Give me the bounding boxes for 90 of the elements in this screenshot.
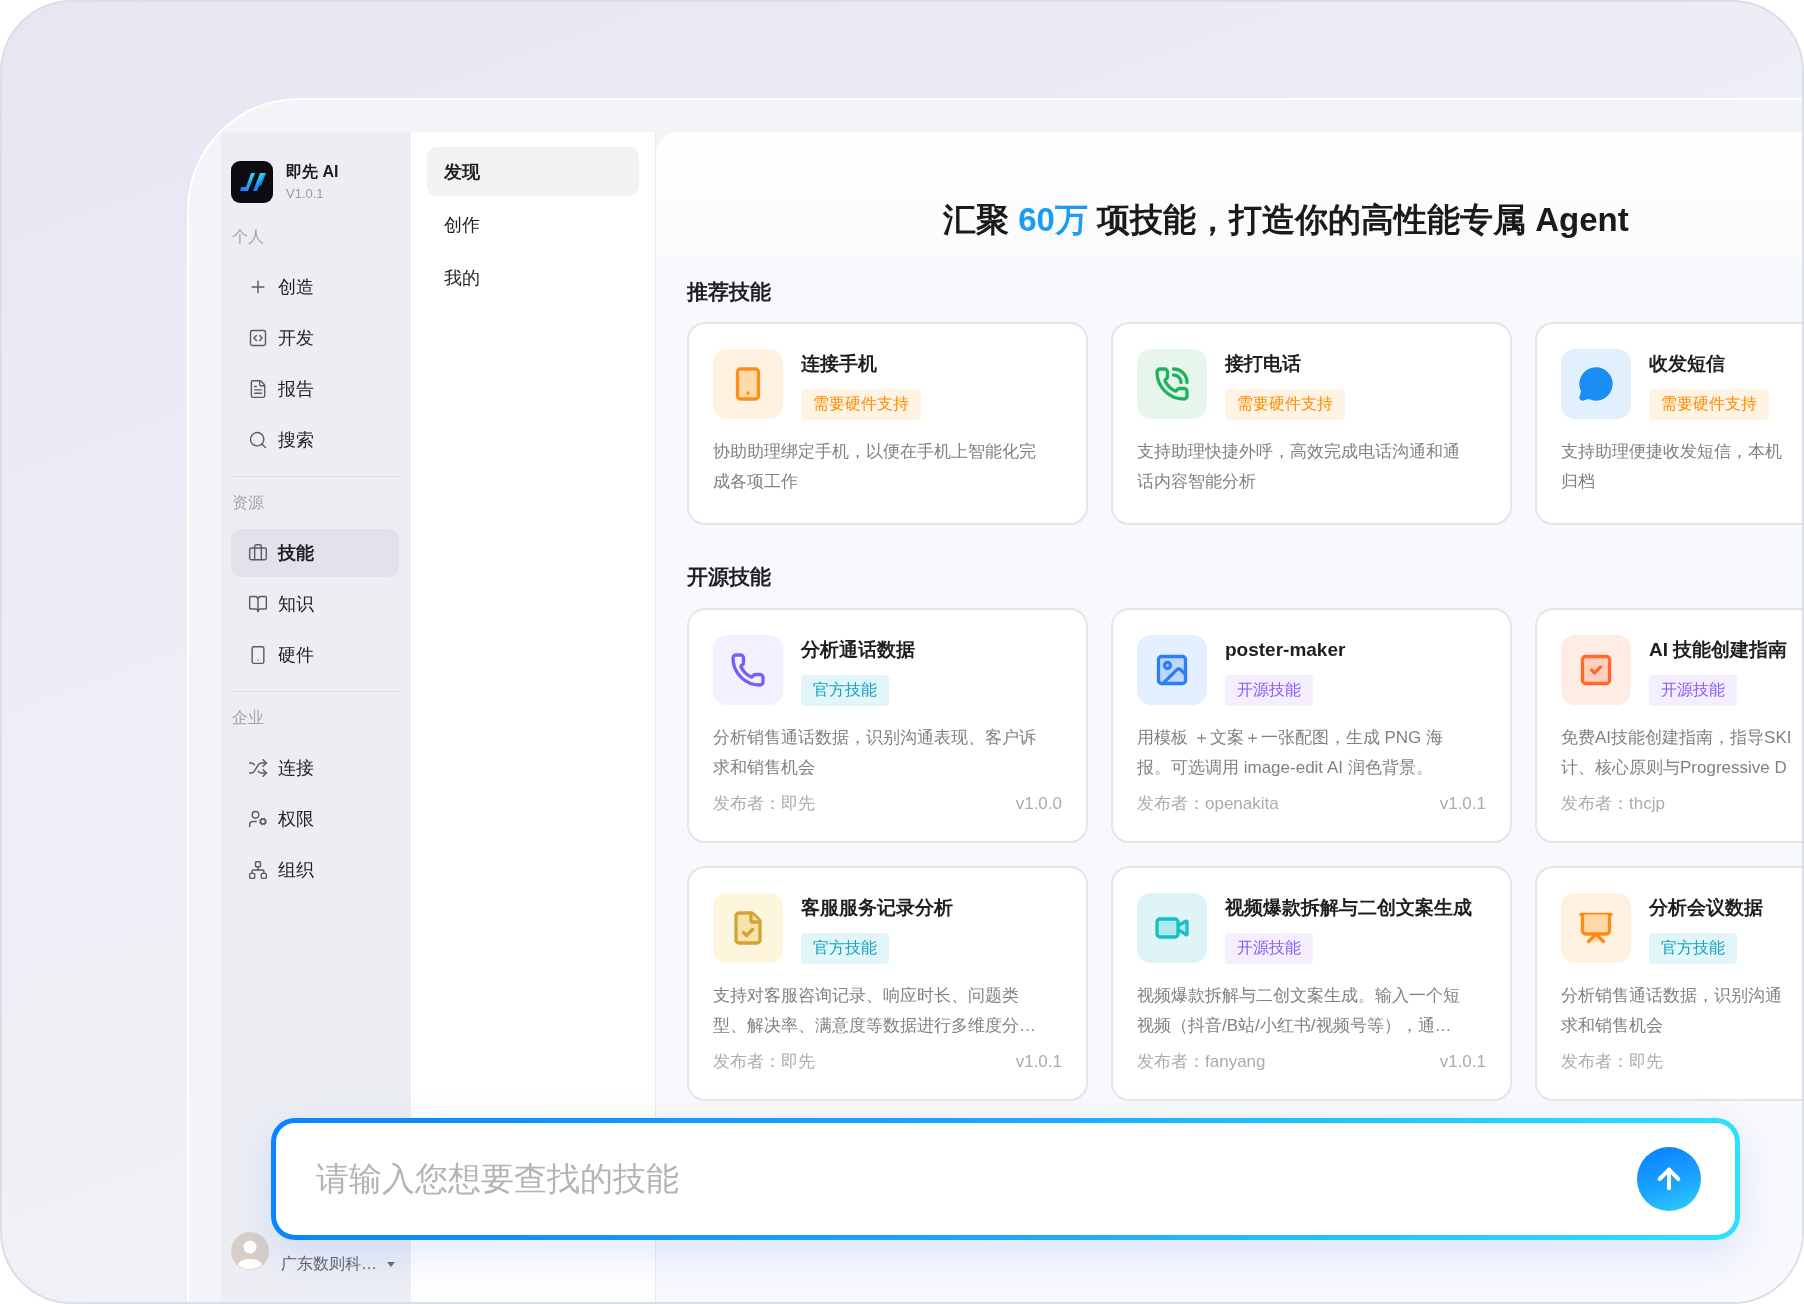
skill-tag: 需要硬件支持 (1225, 389, 1345, 420)
publisher-text: 发布者：openakita (1137, 793, 1279, 815)
document-icon (248, 379, 268, 399)
skill-title: 连接手机 (801, 352, 877, 376)
user-gear-icon (248, 809, 268, 829)
section-label: 资源 (231, 493, 264, 513)
image-icon (1137, 635, 1207, 705)
network-icon (248, 860, 268, 880)
presentation-icon (1561, 893, 1631, 963)
shuffle-icon (248, 758, 268, 778)
phone-icon (713, 635, 783, 705)
section-label: 企业 (231, 708, 264, 728)
version-text: v1.0.1 (1439, 1051, 1486, 1073)
version-text: v1.0.1 (1015, 1051, 1062, 1073)
publisher-text: 发布者：即先 (713, 1051, 815, 1073)
skill-description: 支持对客服咨询记录、响应时长、问题类 型、解决率、满意度等数据进行多维度分… (713, 985, 1036, 1037)
caret-icon (387, 1261, 395, 1267)
skill-card[interactable]: 连接手机 需要硬件支持 协助助理绑定手机，以便在手机上智能化完 成各项工作 (687, 322, 1088, 525)
skill-description: 免费AI技能创建指南，指导SKI 计、核心原则与Progressive D (1561, 727, 1792, 779)
skill-description: 协助助理绑定手机，以便在手机上智能化完 成各项工作 (713, 441, 1036, 493)
version-text: v1.0.1 (1439, 793, 1486, 815)
version-text: v1.0.0 (1015, 793, 1062, 815)
skill-card[interactable]: 客服服务记录分析 官方技能 支持对客服咨询记录、响应时长、问题类 型、解决率、满意度等数据进行多维度分… 发布者：即先 v1.0.1 (687, 866, 1088, 1101)
skill-description: 分析销售通话数据，识别沟通 求和销售机会 (1561, 985, 1782, 1037)
sidebar-item[interactable]: 知识 (231, 580, 399, 628)
sidebar-item[interactable]: 开发 (231, 314, 399, 362)
skill-title: 收发短信 (1649, 352, 1725, 376)
skill-card[interactable]: poster-maker 开源技能 用模板 ＋文案＋一张配图，生成 PNG 海 报。可选调用 image-edit AI 润色背景。 发布者：openakita v1.0.1 (1111, 608, 1512, 843)
skill-tag: 需要硬件支持 (1649, 389, 1769, 420)
sidebar-item[interactable]: 硬件 (231, 631, 399, 679)
briefcase-icon (248, 543, 268, 563)
checkbox-icon (1561, 635, 1631, 705)
publisher-text: 发布者：fanyang (1137, 1051, 1266, 1073)
sidebar-item[interactable]: 搜索 (231, 416, 399, 464)
chat-bubble-icon (1561, 349, 1631, 419)
section-title: 推荐技能 (687, 279, 771, 305)
sidebar-item[interactable]: 技能 (231, 529, 399, 577)
skill-card[interactable]: 视频爆款拆解与二创文案生成 开源技能 视频爆款拆解与二创文案生成。输入一个短 视频（抖音/B站/小红书/视频号等），通… 发布者：fanyang v1.0.1 (1111, 866, 1512, 1101)
nav-tab[interactable]: 发现 (427, 147, 639, 196)
sidebar-item[interactable]: 权限 (231, 795, 399, 843)
phone-call-icon (1137, 349, 1207, 419)
skill-tag: 官方技能 (1649, 933, 1737, 964)
video-camera-icon (1137, 893, 1207, 963)
skill-description: 用模板 ＋文案＋一张配图，生成 PNG 海 报。可选调用 image-edit AI 润色背景。 (1137, 727, 1443, 779)
phone-icon (713, 349, 783, 419)
skill-description: 支持助理便捷收发短信，本机 归档 (1561, 441, 1782, 493)
skill-title: AI 技能创建指南 (1649, 638, 1788, 662)
section-title: 开源技能 (687, 564, 771, 590)
skill-tag: 开源技能 (1649, 675, 1737, 706)
publisher-text: 发布者：thcjp (1561, 793, 1665, 815)
skill-card[interactable]: 分析通话数据 官方技能 分析销售通话数据，识别沟通表现、客户诉 求和销售机会 发布者：即先 v1.0.0 (687, 608, 1088, 843)
logo-icon (231, 161, 273, 203)
skill-card[interactable]: AI 技能创建指南 开源技能 免费AI技能创建指南，指导SKI 计、核心原则与Progressive D 发布者：thcjp (1535, 608, 1802, 843)
code-icon (248, 328, 268, 348)
publisher-text: 发布者：即先 (713, 793, 815, 815)
skill-title: 接打电话 (1225, 352, 1301, 376)
skill-card[interactable]: 收发短信 需要硬件支持 支持助理便捷收发短信，本机 归档 (1535, 322, 1802, 525)
section-label: 个人 (231, 227, 264, 247)
search-icon (248, 430, 268, 450)
skill-title: 分析会议数据 (1649, 896, 1763, 920)
avatar-icon (231, 1232, 269, 1270)
skill-description: 分析销售通话数据，识别沟通表现、客户诉 求和销售机会 (713, 727, 1036, 779)
phone-icon (248, 645, 268, 665)
publisher-text: 发布者：即先 (1561, 1051, 1663, 1073)
sidebar-item[interactable]: 报告 (231, 365, 399, 413)
skill-card[interactable]: 接打电话 需要硬件支持 支持助理快捷外呼，高效完成电话沟通和通 话内容智能分析 (1111, 322, 1512, 525)
skill-title: poster-maker (1225, 638, 1346, 662)
headline: 汇聚 60万 项技能，打造你的高性能专属 Agent (943, 200, 1629, 240)
book-icon (248, 594, 268, 614)
skill-tag: 官方技能 (801, 933, 889, 964)
skill-tag: 需要硬件支持 (801, 389, 921, 420)
sidebar-item[interactable]: 创造 (231, 263, 399, 311)
skill-title: 视频爆款拆解与二创文案生成 (1225, 896, 1472, 920)
sidebar-item[interactable]: 连接 (231, 744, 399, 792)
skill-card[interactable]: 分析会议数据 官方技能 分析销售通话数据，识别沟通 求和销售机会 发布者：即先 (1535, 866, 1802, 1101)
skill-description: 视频爆款拆解与二创文案生成。输入一个短 视频（抖音/B站/小红书/视频号等），通… (1137, 985, 1460, 1037)
skill-tag: 官方技能 (801, 675, 889, 706)
app-version: V1.0.1 (286, 186, 324, 202)
skill-title: 分析通话数据 (801, 638, 915, 662)
nav-tab[interactable]: 我的 (427, 253, 639, 302)
nav-tab[interactable]: 创作 (427, 200, 639, 249)
search-input[interactable]: 请输入您想要查找的技能 (316, 1149, 1617, 1209)
app-name: 即先 AI (286, 162, 339, 182)
sidebar-item[interactable]: 组织 (231, 846, 399, 894)
skill-tag: 开源技能 (1225, 675, 1313, 706)
skill-title: 客服服务记录分析 (801, 896, 953, 920)
skill-description: 支持助理快捷外呼，高效完成电话沟通和通 话内容智能分析 (1137, 441, 1460, 493)
skill-tag: 开源技能 (1225, 933, 1313, 964)
company-dropdown[interactable]: 广东数则科… (281, 1253, 395, 1275)
document-check-icon (713, 893, 783, 963)
